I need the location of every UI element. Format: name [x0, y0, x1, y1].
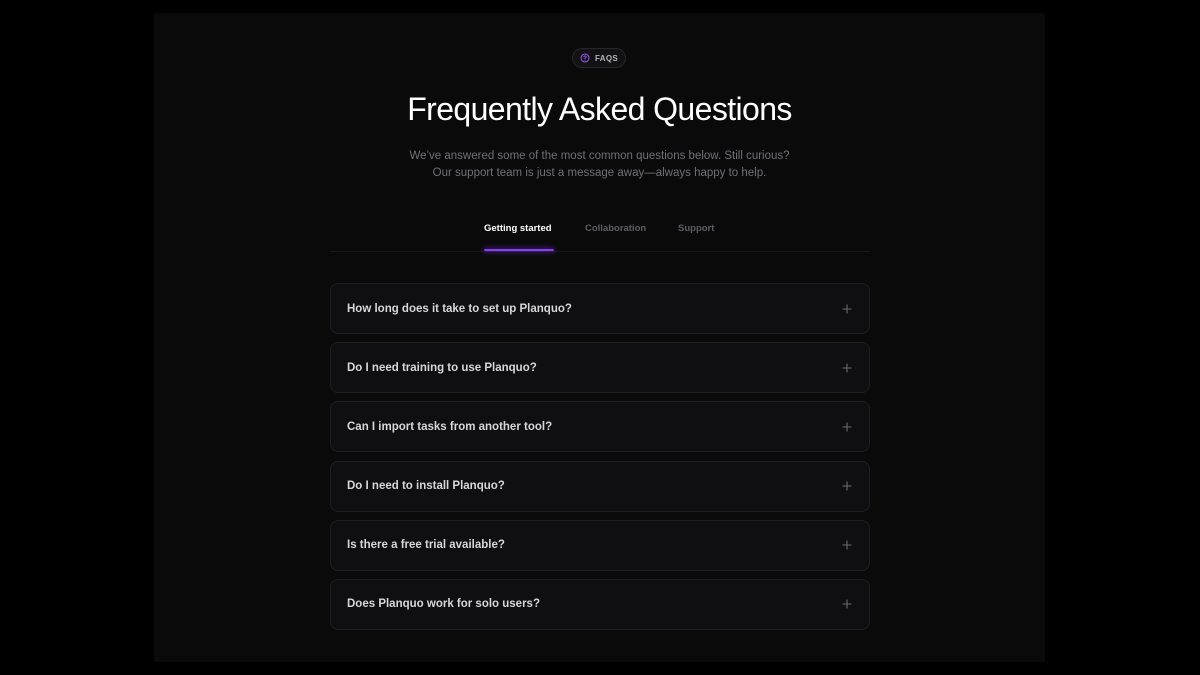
faq-item[interactable]: Can I import tasks from another tool?	[330, 401, 870, 453]
faqs-badge: FAQS	[572, 48, 626, 68]
faq-question: Is there a free trial available?	[347, 539, 505, 552]
question-circle-icon	[580, 53, 590, 63]
page-subtitle: We’ve answered some of the most common q…	[154, 148, 1045, 182]
faq-question: Do I need training to use Planquo?	[347, 361, 537, 374]
faq-question: Can I import tasks from another tool?	[347, 420, 553, 433]
plus-icon[interactable]	[841, 421, 853, 433]
plus-icon[interactable]	[841, 362, 853, 374]
tab-collaboration[interactable]: Collaboration	[585, 223, 647, 251]
faq-question: Does Planquo work for solo users?	[347, 598, 540, 611]
tab-label: Getting started	[484, 223, 552, 234]
active-tab-indicator	[484, 249, 554, 251]
plus-icon[interactable]	[841, 303, 853, 315]
faq-tabs: Getting started Collaboration Support	[330, 223, 870, 252]
faq-section: FAQS Frequently Asked Questions We’ve an…	[154, 13, 1045, 662]
tab-getting-started[interactable]: Getting started	[484, 223, 554, 251]
faq-item[interactable]: Do I need training to use Planquo?	[330, 342, 870, 394]
badge-label: FAQS	[595, 53, 618, 63]
faq-list: How long does it take to set up Planquo?…	[330, 283, 870, 638]
faq-item[interactable]: How long does it take to set up Planquo?	[330, 283, 870, 334]
faq-item[interactable]: Does Planquo work for solo users?	[330, 578, 870, 630]
plus-icon[interactable]	[841, 480, 853, 492]
tab-label: Support	[678, 223, 715, 234]
tab-support[interactable]: Support	[678, 223, 716, 251]
page-title: Frequently Asked Questions	[407, 91, 792, 127]
faq-question: Do I need to install Planquo?	[347, 480, 505, 493]
subtitle-line-1: We’ve answered some of the most common q…	[409, 150, 790, 162]
tab-label: Collaboration	[585, 223, 647, 234]
plus-icon[interactable]	[841, 539, 853, 551]
faq-question: How long does it take to set up Planquo?	[347, 302, 572, 315]
faq-item[interactable]: Do I need to install Planquo?	[330, 460, 870, 512]
plus-icon[interactable]	[841, 598, 853, 610]
faq-item[interactable]: Is there a free trial available?	[330, 519, 870, 571]
subtitle-line-2: Our support team is just a message away—…	[432, 167, 767, 179]
